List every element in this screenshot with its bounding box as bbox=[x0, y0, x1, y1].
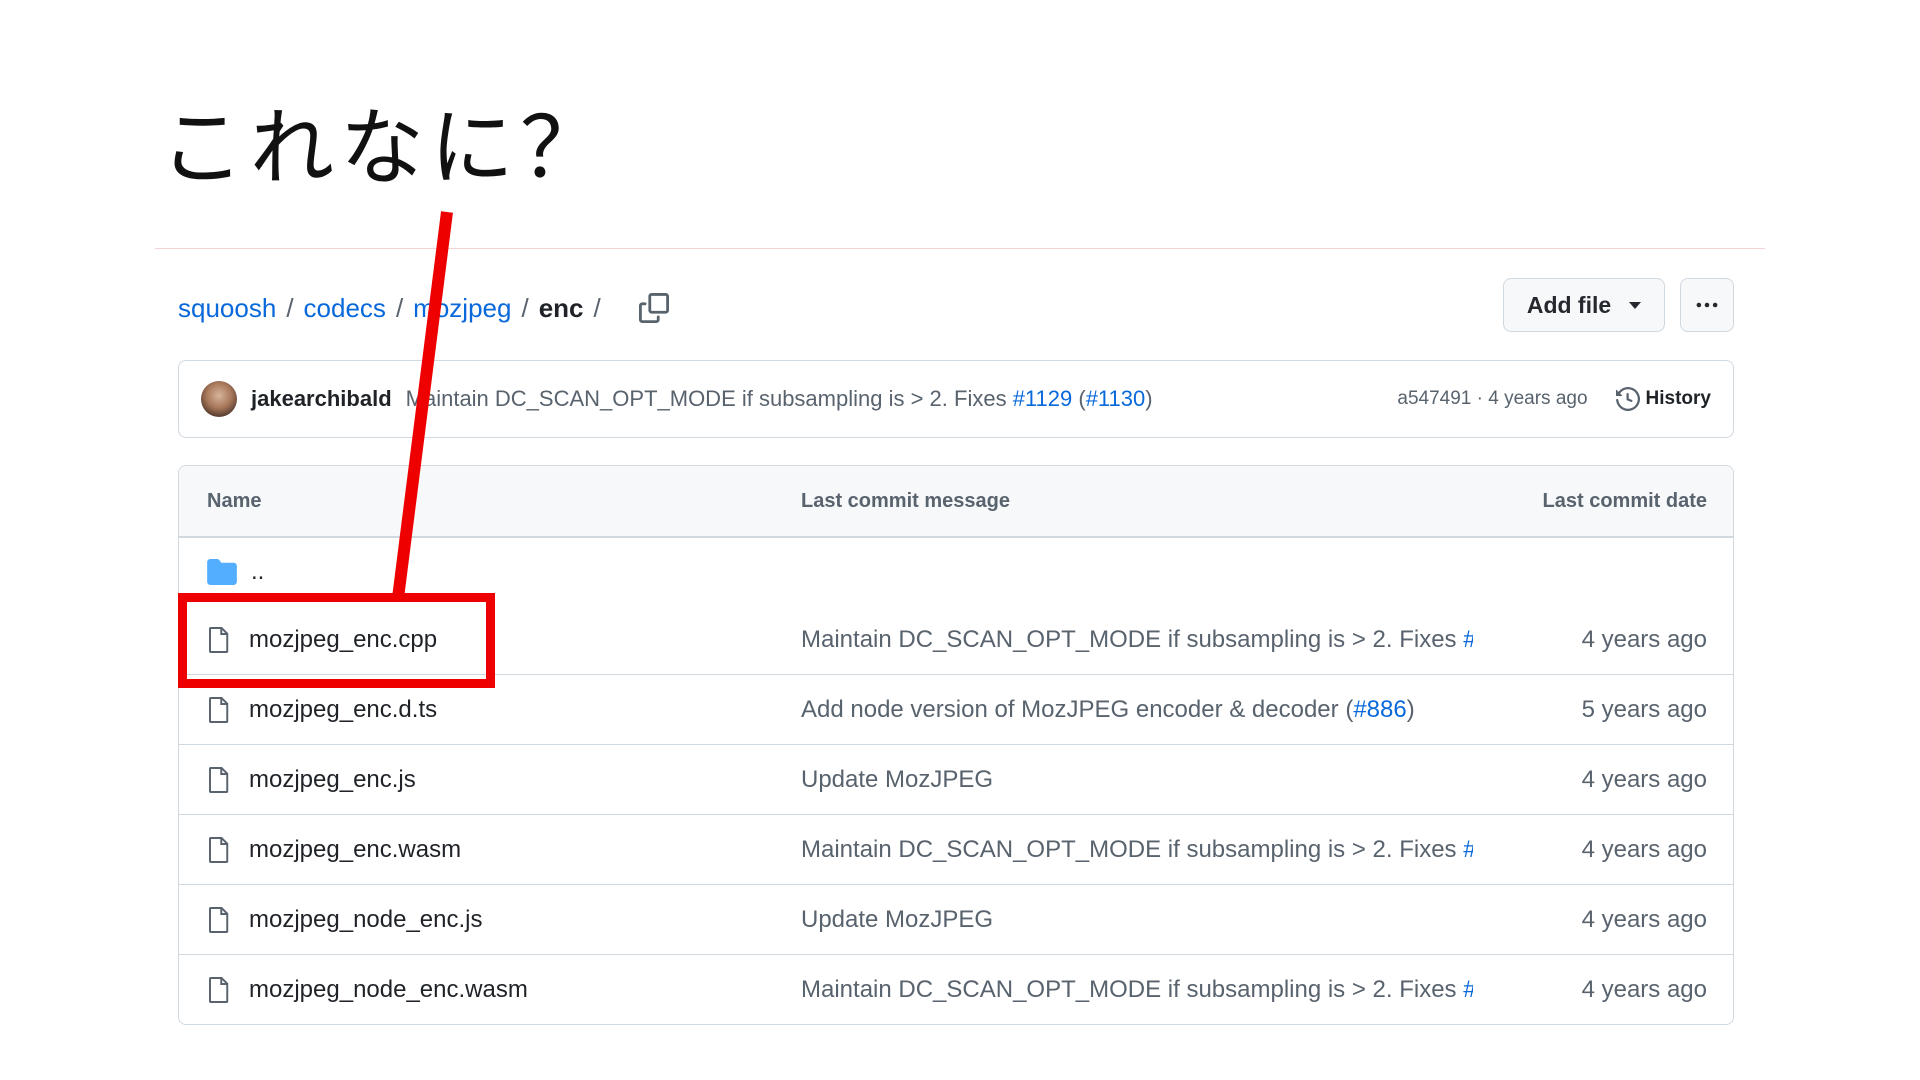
file-name-link[interactable]: mozjpeg_node_enc.wasm bbox=[249, 976, 528, 1004]
commit-date: 5 years ago bbox=[1581, 695, 1707, 723]
history-link[interactable]: History bbox=[1615, 387, 1711, 411]
header-date: Last commit date bbox=[1542, 489, 1707, 512]
table-row[interactable]: mozjpeg_enc.d.ts Add node version of MozJ… bbox=[179, 674, 1733, 744]
commit-pr-link[interactable]: #1... bbox=[1463, 626, 1473, 653]
commit-issue-link[interactable]: #1129 bbox=[1013, 386, 1073, 411]
table-row[interactable]: mozjpeg_enc.wasm Maintain DC_SCAN_OPT_MOD… bbox=[179, 814, 1733, 884]
commit-message-cell[interactable]: Maintain DC_SCAN_OPT_MODE if subsampling… bbox=[801, 836, 1473, 864]
commit-date: 4 years ago bbox=[1581, 835, 1707, 863]
table-header: Name Last commit message Last commit dat… bbox=[179, 466, 1733, 537]
add-file-label: Add file bbox=[1526, 291, 1612, 318]
breadcrumb-current: enc bbox=[538, 292, 584, 323]
file-rows: mozjpeg_enc.cpp Maintain DC_SCAN_OPT_MODE… bbox=[179, 605, 1733, 1024]
commit-meta: a547491 · 4 years ago History bbox=[1397, 387, 1711, 411]
commit-date: 4 years ago bbox=[1581, 765, 1707, 793]
commit-message-cell[interactable]: Update MozJPEG bbox=[801, 906, 1473, 934]
breadcrumb-separator: / bbox=[521, 292, 529, 323]
breadcrumb-link-codecs[interactable]: codecs bbox=[304, 293, 386, 324]
file-icon bbox=[209, 836, 229, 863]
file-icon bbox=[209, 626, 229, 653]
commit-pr-link[interactable]: #1130 bbox=[1086, 386, 1146, 411]
commit-date: 4 years ago bbox=[1581, 625, 1707, 653]
commit-message-text: Update MozJPEG bbox=[801, 765, 994, 793]
breadcrumb-separator: / bbox=[395, 292, 404, 323]
commit-message-cell[interactable]: Maintain DC_SCAN_OPT_MODE if subsampling… bbox=[801, 626, 1473, 654]
commit-pr-link[interactable]: #886 bbox=[1353, 696, 1406, 723]
commit-message-cell[interactable]: Update MozJPEG bbox=[801, 766, 1473, 794]
history-icon bbox=[1615, 387, 1640, 411]
commit-paren-close: ) bbox=[1145, 386, 1153, 411]
table-row[interactable]: mozjpeg_node_enc.js Update MozJPEG 4 years… bbox=[179, 884, 1733, 954]
commit-pr-link[interactable]: #1... bbox=[1463, 836, 1473, 863]
file-icon bbox=[209, 696, 229, 723]
history-label: History bbox=[1645, 388, 1711, 409]
add-file-button[interactable]: Add file bbox=[1503, 278, 1665, 332]
header-name: Name bbox=[207, 489, 262, 512]
file-name-link[interactable]: mozjpeg_enc.d.ts bbox=[249, 696, 437, 724]
file-table: Name Last commit message Last commit dat… bbox=[178, 465, 1734, 1025]
breadcrumb-separator: / bbox=[286, 292, 294, 323]
breadcrumb-link-squoosh[interactable]: squoosh bbox=[178, 293, 276, 324]
breadcrumb: squoosh / codecs / mozjpeg / enc / bbox=[178, 288, 669, 328]
kebab-horizontal-icon bbox=[1696, 302, 1718, 308]
commit-sha-date[interactable]: a547491 · 4 years ago bbox=[1397, 388, 1587, 410]
table-row[interactable]: mozjpeg_node_enc.wasm Maintain DC_SCAN_OP… bbox=[179, 954, 1733, 1024]
commit-message-text: Update MozJPEG bbox=[801, 905, 994, 933]
slide-title: これなに？ bbox=[160, 99, 611, 197]
chevron-down-icon bbox=[1629, 301, 1642, 309]
commit-message-end: ) bbox=[1406, 695, 1415, 723]
breadcrumb-separator: / bbox=[593, 292, 601, 323]
parent-directory-link[interactable]: .. bbox=[251, 558, 264, 586]
commit-message-text: Add node version of MozJPEG encoder & de… bbox=[801, 695, 1354, 723]
file-icon bbox=[209, 766, 229, 793]
file-icon bbox=[209, 906, 229, 933]
commit-message-cell[interactable]: Add node version of MozJPEG encoder & de… bbox=[801, 696, 1473, 724]
commit-message-cell[interactable]: Maintain DC_SCAN_OPT_MODE if subsampling… bbox=[801, 976, 1473, 1004]
title-divider bbox=[155, 248, 1765, 249]
header-message: Last commit message bbox=[801, 489, 1010, 512]
file-name-link[interactable]: mozjpeg_enc.js bbox=[249, 766, 416, 794]
copy-path-icon[interactable] bbox=[638, 293, 669, 323]
table-row[interactable]: mozjpeg_enc.cpp Maintain DC_SCAN_OPT_MODE… bbox=[179, 605, 1733, 674]
latest-commit-bar: jakearchibald Maintain DC_SCAN_OPT_MODE … bbox=[178, 360, 1734, 438]
commit-date: 4 years ago bbox=[1581, 905, 1707, 933]
table-row[interactable]: mozjpeg_enc.js Update MozJPEG 4 years ago bbox=[179, 744, 1733, 814]
commit-message[interactable]: Maintain DC_SCAN_OPT_MODE if subsampling… bbox=[406, 386, 1153, 412]
commit-message-text: Maintain DC_SCAN_OPT_MODE if subsampling… bbox=[801, 835, 1464, 863]
commit-message-text: Maintain DC_SCAN_OPT_MODE if subsampling… bbox=[801, 625, 1464, 653]
file-name-link[interactable]: mozjpeg_node_enc.js bbox=[249, 906, 483, 934]
commit-date: 4 years ago bbox=[1581, 975, 1707, 1003]
folder-icon bbox=[207, 558, 237, 585]
avatar[interactable] bbox=[201, 381, 237, 417]
commit-author[interactable]: jakearchibald bbox=[251, 386, 392, 412]
more-options-button[interactable] bbox=[1680, 278, 1734, 332]
commit-message-text: Maintain DC_SCAN_OPT_MODE if subsampling… bbox=[801, 975, 1464, 1003]
commit-paren-open: ( bbox=[1072, 386, 1086, 411]
file-icon bbox=[209, 976, 229, 1003]
commit-pr-link[interactable]: #1... bbox=[1463, 976, 1473, 1003]
parent-directory-row[interactable]: .. bbox=[179, 537, 1733, 605]
breadcrumb-link-mozjpeg[interactable]: mozjpeg bbox=[413, 293, 511, 324]
file-name-link[interactable]: mozjpeg_enc.wasm bbox=[249, 836, 461, 864]
file-name-link[interactable]: mozjpeg_enc.cpp bbox=[249, 626, 437, 654]
commit-message-text: Maintain DC_SCAN_OPT_MODE if subsampling… bbox=[405, 386, 1013, 411]
